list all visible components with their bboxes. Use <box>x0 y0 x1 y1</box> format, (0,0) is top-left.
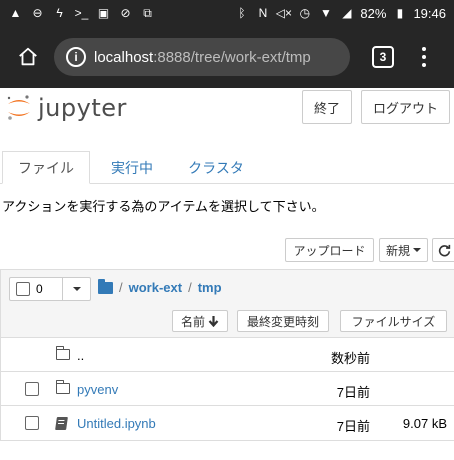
breadcrumb-work-ext[interactable]: work-ext <box>129 280 182 295</box>
nfc-icon: N <box>258 6 268 20</box>
signal-icon: ◢ <box>342 6 352 20</box>
sort-name-label: 名前 <box>180 314 205 329</box>
new-dropdown-button[interactable]: 新規 <box>379 238 428 262</box>
do-not-disturb-icon: ⊖ <box>32 6 43 20</box>
sort-by-modified-button[interactable]: 最終変更時刻 <box>237 310 329 332</box>
checkbox[interactable] <box>16 282 30 296</box>
status-bar: ▲ ⊖ ϟ >_ ▣ ⊘ ⧉ ᛒ N ◁× ◷ ▼ ◢ 82% ▮ 19:46 <box>0 0 454 26</box>
tab-clusters[interactable]: クラスタ <box>176 151 256 184</box>
mute-icon: ◁× <box>275 6 293 20</box>
url-path: :8888/tree/work-ext/tmp <box>153 48 311 66</box>
bluetooth-icon: ᛒ <box>238 6 246 20</box>
refresh-icon <box>438 244 450 256</box>
jupyter-logo-icon <box>7 95 30 120</box>
item-name[interactable]: pyvenv <box>77 382 118 397</box>
address-bar[interactable]: i localhost:8888/tree/work-ext/tmp <box>54 38 350 76</box>
file-list-panel: 0 / work-ext / tmp 名前 最終変更時刻 ファイルサイズ .. … <box>0 269 454 441</box>
folder-icon <box>56 346 70 360</box>
tab-bar: ファイル 実行中 クラスタ <box>0 151 454 184</box>
home-icon <box>19 47 37 66</box>
warning-icon: ▲ <box>9 6 22 20</box>
browser-menu-button[interactable] <box>414 42 434 72</box>
breadcrumb: / work-ext / tmp <box>98 278 222 295</box>
info-icon[interactable]: i <box>66 47 86 67</box>
clock: 19:46 <box>413 5 446 21</box>
select-all-checkbox[interactable]: 0 <box>9 277 63 301</box>
home-button[interactable] <box>6 35 50 79</box>
battery-icon: ▮ <box>396 6 404 20</box>
breadcrumb-separator: / <box>188 280 192 295</box>
tab-running[interactable]: 実行中 <box>96 151 168 184</box>
folder-icon <box>56 380 70 394</box>
selection-hint: アクションを実行する為のアイテムを選択して下さい。 <box>2 199 325 214</box>
list-item-parent[interactable]: .. 数秒前 <box>1 338 454 372</box>
wifi-icon: ▼ <box>319 6 332 20</box>
quit-button[interactable]: 終了 <box>302 90 352 124</box>
flash-icon: ϟ <box>56 6 63 20</box>
select-all-group: 0 <box>9 277 91 301</box>
caret-down-icon <box>72 287 81 291</box>
item-checkbox[interactable] <box>25 382 39 396</box>
item-modified: 7日前 <box>336 385 370 400</box>
jupyter-logo[interactable]: jupyter <box>6 94 127 122</box>
item-modified: 数秒前 <box>330 351 370 366</box>
list-item-untitled-ipynb[interactable]: Untitled.ipynb 7日前 9.07 kB <box>1 406 454 440</box>
caret-down-icon <box>413 248 421 252</box>
refresh-button[interactable] <box>432 238 454 262</box>
select-menu-button[interactable] <box>63 277 91 301</box>
sort-by-size-button[interactable]: ファイルサイズ <box>340 310 447 332</box>
list-item-pyvenv[interactable]: pyvenv 7日前 <box>1 372 454 406</box>
item-name[interactable]: .. <box>77 348 84 363</box>
selected-count: 0 <box>36 282 43 296</box>
browser-toolbar: i localhost:8888/tree/work-ext/tmp 3 <box>0 26 454 88</box>
jupyter-logo-text: jupyter <box>38 94 127 122</box>
item-name[interactable]: Untitled.ipynb <box>77 416 156 431</box>
upload-button[interactable]: アップロード <box>285 238 374 262</box>
alarm-icon: ◷ <box>299 6 311 20</box>
url-host: localhost <box>94 48 154 66</box>
logout-button[interactable]: ログアウト <box>361 90 450 124</box>
folder-icon[interactable] <box>98 278 113 294</box>
terminal-icon: >_ <box>74 6 89 20</box>
item-checkbox[interactable] <box>25 416 39 430</box>
tab-switcher-button[interactable]: 3 <box>372 46 394 68</box>
sort-by-name-button[interactable]: 名前 <box>172 310 228 332</box>
tab-files[interactable]: ファイル <box>2 151 90 184</box>
new-label: 新規 <box>385 243 410 258</box>
screen-icon: ▣ <box>97 6 110 20</box>
file-list-header: 0 / work-ext / tmp 名前 最終変更時刻 ファイルサイズ <box>1 270 454 338</box>
notebook-icon <box>55 417 68 430</box>
battery-percent: 82% <box>360 5 387 21</box>
item-size: 9.07 kB <box>402 416 447 431</box>
item-modified: 7日前 <box>336 419 370 434</box>
jupyter-header: jupyter 終了 ログアウト <box>0 88 454 128</box>
no-sync-icon: ⊘ <box>120 6 131 20</box>
breadcrumb-tmp[interactable]: tmp <box>198 280 222 295</box>
breadcrumb-root[interactable]: / <box>119 280 123 295</box>
arrow-down-icon <box>208 316 219 327</box>
screenshot-icon: ⧉ <box>143 6 152 20</box>
